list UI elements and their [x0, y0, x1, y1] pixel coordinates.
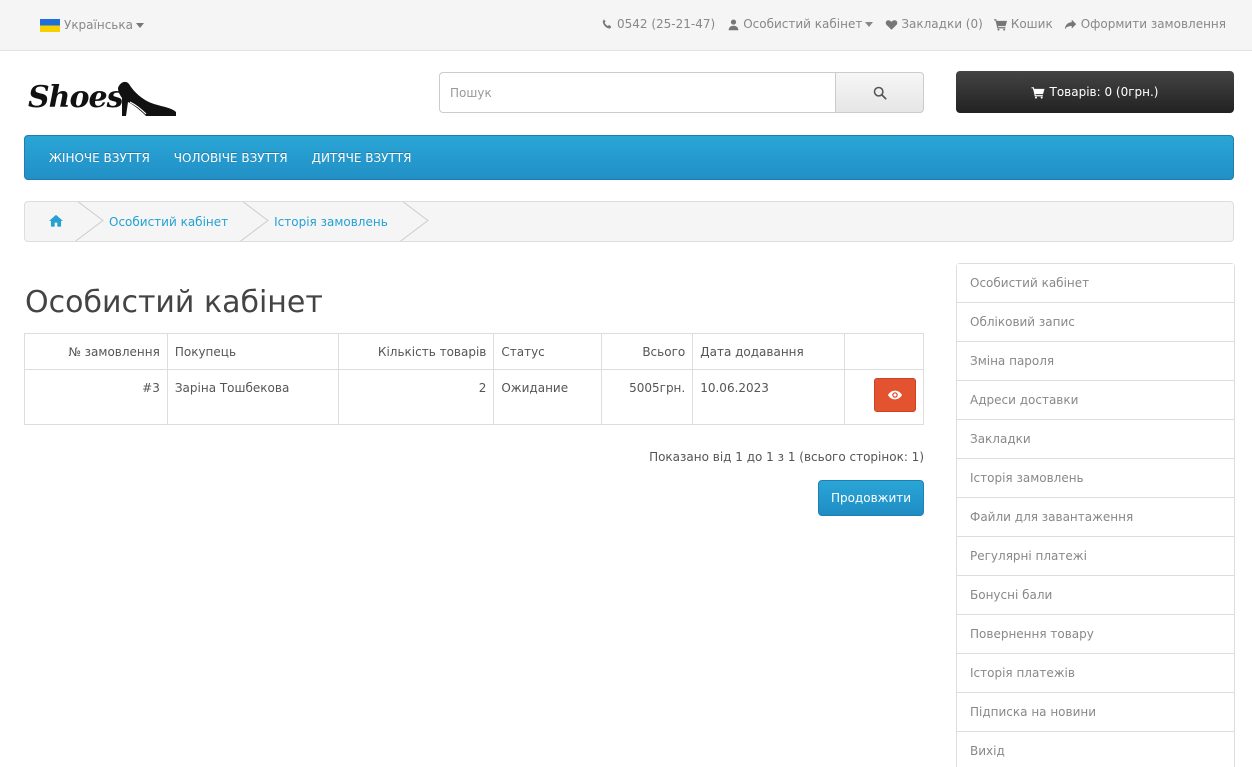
wishlist-link[interactable]: Закладки (0) [884, 17, 983, 31]
phone-label: 0542 (25-21-47) [617, 17, 716, 31]
account-sidebar: Особистий кабінет Обліковий запис Зміна … [956, 263, 1235, 767]
logo-text: Shoes [28, 80, 123, 115]
column-header-customer: Покупець [166, 333, 339, 370]
cart-button[interactable]: Товарів: 0 (0грн.) [956, 71, 1234, 113]
share-arrow-icon [1064, 17, 1078, 31]
sidebar-item-address-book[interactable]: Адреси доставки [957, 381, 1234, 420]
shopping-cart-icon [994, 17, 1008, 31]
menu-item-kids-shoes[interactable]: ДИТЯЧЕ ВЗУТТЯ [312, 151, 412, 165]
heart-icon [884, 17, 898, 31]
column-header-date-added: Дата додавання [692, 333, 846, 370]
table-row: #3 Заріна Тошбекова 2 Ожидание 5005грн. … [24, 369, 924, 425]
account-label: Особистий кабінет [743, 17, 863, 31]
sidebar-item-recurring-payments[interactable]: Регулярні платежі [957, 537, 1234, 576]
search-icon [873, 86, 887, 100]
sidebar-item-newsletter[interactable]: Підписка на новини [957, 693, 1234, 732]
account-menu[interactable]: Особистий кабінет [726, 17, 874, 31]
store-logo[interactable]: Shoes [28, 74, 178, 124]
column-header-order-id: № замовлення [24, 333, 168, 370]
menu-item-men-shoes[interactable]: ЧОЛОВІЧЕ ВЗУТТЯ [174, 151, 288, 165]
search-button[interactable] [835, 72, 924, 113]
breadcrumb: Особистий кабінет Історія замовлень [24, 201, 1234, 242]
checkout-link[interactable]: Оформити замовлення [1064, 17, 1226, 31]
cart-button-label: Товарів: 0 (0грн.) [1049, 85, 1159, 99]
sidebar-item-downloads[interactable]: Файли для завантаження [957, 498, 1234, 537]
pagination-summary: Показано від 1 до 1 з 1 (всього сторінок… [649, 450, 924, 464]
top-bar: Українська 0542 (25-21-47) Особистий каб… [0, 0, 1252, 51]
caret-down-icon [865, 21, 874, 27]
search-input[interactable] [439, 72, 835, 113]
shopping-cart-icon [1031, 86, 1045, 99]
cell-order-id: #3 [24, 369, 168, 425]
column-header-status: Статус [493, 333, 603, 370]
sidebar-item-logout[interactable]: Вихід [957, 732, 1234, 767]
wishlist-label: Закладки (0) [901, 17, 983, 31]
language-label: Українська [64, 18, 133, 32]
cell-date-added: 10.06.2023 [692, 369, 846, 425]
category-menu: ЖІНОЧЕ ВЗУТТЯ ЧОЛОВІЧЕ ВЗУТТЯ ДИТЯЧЕ ВЗУ… [24, 135, 1234, 180]
continue-button[interactable]: Продовжити [818, 480, 924, 516]
search-bar [439, 72, 924, 113]
sidebar-item-password[interactable]: Зміна пароля [957, 342, 1234, 381]
cart-link[interactable]: Кошик [994, 17, 1053, 31]
cell-status: Ожидание [493, 369, 603, 425]
user-icon [726, 17, 740, 31]
view-order-button[interactable] [874, 378, 916, 412]
home-icon [49, 214, 63, 230]
orders-table: № замовлення Покупець Кількість товарів … [24, 333, 924, 425]
top-links: 0542 (25-21-47) Особистий кабінет Заклад… [589, 17, 1226, 31]
sidebar-item-wishlist[interactable]: Закладки [957, 420, 1234, 459]
sidebar-item-transactions[interactable]: Історія платежів [957, 654, 1234, 693]
cell-actions [844, 369, 924, 425]
cell-customer: Заріна Тошбекова [166, 369, 339, 425]
sidebar-item-reward-points[interactable]: Бонусні бали [957, 576, 1234, 615]
cart-label: Кошик [1010, 17, 1053, 31]
sidebar-item-edit-account[interactable]: Обліковий запис [957, 303, 1234, 342]
language-selector[interactable]: Українська [40, 18, 144, 32]
caret-down-icon [135, 22, 144, 28]
column-header-quantity: Кількість товарів [337, 333, 495, 370]
sidebar-item-returns[interactable]: Повернення товару [957, 615, 1234, 654]
page-title: Особистий кабінет [25, 285, 323, 320]
cell-total: 5005грн. [601, 369, 694, 425]
phone-icon [600, 17, 614, 31]
sidebar-item-account[interactable]: Особистий кабінет [957, 264, 1234, 303]
ukraine-flag-icon [40, 18, 60, 32]
high-heel-shoe-icon [118, 81, 176, 116]
eye-icon [888, 390, 902, 400]
checkout-label: Оформити замовлення [1080, 17, 1226, 31]
phone-link[interactable]: 0542 (25-21-47) [600, 17, 715, 31]
breadcrumb-order-history[interactable]: Історія замовлень [248, 202, 408, 241]
column-header-total: Всього [601, 333, 694, 370]
table-header-row: № замовлення Покупець Кількість товарів … [24, 333, 924, 370]
sidebar-item-order-history[interactable]: Історія замовлень [957, 459, 1234, 498]
breadcrumb-account[interactable]: Особистий кабінет [83, 202, 248, 241]
column-header-actions [844, 333, 924, 370]
menu-item-women-shoes[interactable]: ЖІНОЧЕ ВЗУТТЯ [49, 151, 150, 165]
breadcrumb-home[interactable] [25, 202, 83, 241]
cell-quantity: 2 [337, 369, 495, 425]
